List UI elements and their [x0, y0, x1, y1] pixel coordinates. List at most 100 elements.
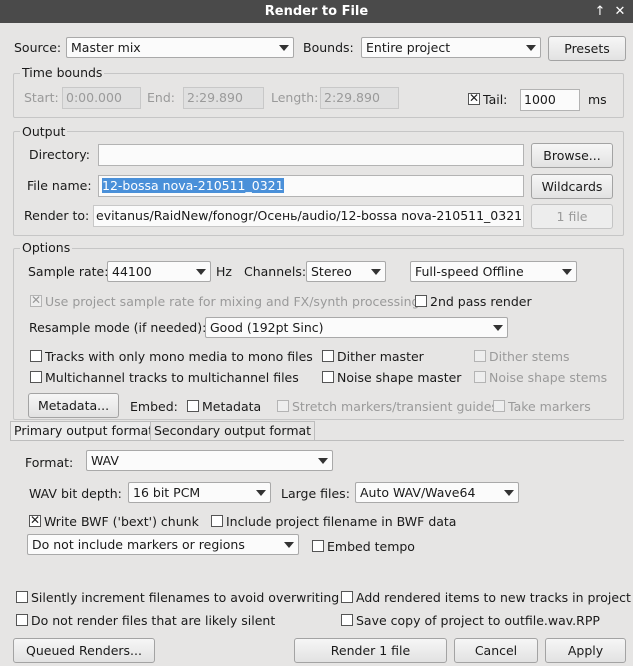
- noise-master-checkbox[interactable]: [322, 371, 334, 383]
- format-dropdown[interactable]: WAV: [86, 450, 333, 471]
- tail-label: Tail:: [483, 92, 508, 107]
- dither-master-checkbox[interactable]: [322, 350, 334, 362]
- no-silent-checkbox[interactable]: [16, 614, 28, 626]
- multichannel-checkbox[interactable]: [30, 371, 42, 383]
- embed-stretch-checkbox[interactable]: [277, 400, 289, 412]
- channels-label: Channels:: [244, 264, 307, 279]
- time-bounds-title: Time bounds: [20, 65, 105, 81]
- source-value: Master mix: [71, 40, 141, 55]
- start-label: Start:: [24, 90, 59, 105]
- wildcards-button[interactable]: Wildcards: [531, 174, 613, 199]
- close-icon[interactable]: ✕: [610, 0, 630, 23]
- check-icon: ✕: [30, 513, 41, 527]
- noise-master-label: Noise shape master: [337, 370, 462, 385]
- second-pass-checkbox[interactable]: [415, 295, 427, 307]
- one-file-button[interactable]: 1 file: [531, 204, 613, 229]
- embed-take-label: Take markers: [508, 399, 591, 414]
- include-filename-label: Include project filename in BWF data: [226, 514, 457, 529]
- chevron-down-icon: [493, 325, 503, 331]
- bit-depth-label: WAV bit depth:: [29, 486, 122, 501]
- browse-button[interactable]: Browse...: [531, 143, 613, 168]
- embed-stretch-label: Stretch markers/transient guides: [292, 399, 498, 414]
- second-pass-label: 2nd pass render: [430, 294, 532, 309]
- render-mode-dropdown[interactable]: Full-speed Offline: [410, 261, 577, 282]
- silent-increment-label: Silently increment filenames to avoid ov…: [31, 590, 340, 605]
- include-filename-checkbox[interactable]: [211, 515, 223, 527]
- add-rendered-label: Add rendered items to new tracks in proj…: [356, 590, 631, 605]
- presets-button[interactable]: Presets: [548, 36, 626, 61]
- tail-field[interactable]: 1000: [520, 89, 580, 111]
- start-field[interactable]: 0:00.000: [62, 87, 141, 109]
- bounds-dropdown[interactable]: Entire project: [361, 37, 541, 58]
- add-rendered-checkbox[interactable]: [341, 591, 353, 603]
- resample-value: Good (192pt Sinc): [210, 320, 324, 335]
- no-silent-label: Do not render files that are likely sile…: [31, 613, 276, 628]
- markers-dropdown[interactable]: Do not include markers or regions: [27, 534, 299, 555]
- source-dropdown[interactable]: Master mix: [66, 37, 294, 58]
- title-bar: Render to File: [0, 0, 633, 23]
- noise-stems-label: Noise shape stems: [489, 370, 608, 385]
- noise-stems-checkbox[interactable]: [474, 371, 486, 383]
- write-bwf-checkbox[interactable]: ✕: [29, 513, 41, 527]
- tail-unit: ms: [588, 92, 607, 107]
- channels-dropdown[interactable]: Stereo: [306, 261, 386, 282]
- bounds-value: Entire project: [366, 40, 451, 55]
- channels-value: Stereo: [311, 264, 352, 279]
- embed-label: Embed:: [130, 399, 178, 414]
- format-value: WAV: [91, 453, 119, 468]
- cancel-button[interactable]: Cancel: [454, 638, 538, 663]
- mono-tracks-label: Tracks with only mono media to mono file…: [45, 349, 313, 364]
- embed-metadata-checkbox[interactable]: [187, 400, 199, 412]
- embed-tempo-label: Embed tempo: [327, 539, 415, 554]
- chevron-down-icon: [504, 490, 514, 496]
- silent-increment-checkbox[interactable]: [16, 591, 28, 603]
- tab-secondary-output[interactable]: Secondary output format: [150, 421, 316, 441]
- length-field[interactable]: 2:29.890: [320, 87, 399, 109]
- directory-field[interactable]: [98, 144, 524, 166]
- write-bwf-label: Write BWF ('bext') chunk: [44, 514, 199, 529]
- format-label: Format:: [25, 455, 74, 470]
- embed-take-checkbox[interactable]: [493, 400, 505, 412]
- end-field[interactable]: 2:29.890: [183, 87, 264, 109]
- embed-metadata-label: Metadata: [202, 399, 262, 414]
- filename-field[interactable]: 12-bossa nova-210511_0321: [98, 175, 524, 197]
- bit-depth-dropdown[interactable]: 16 bit PCM: [128, 482, 271, 503]
- options-title: Options: [20, 240, 73, 256]
- check-icon: ✕: [31, 293, 42, 307]
- chevron-down-icon: [256, 490, 266, 496]
- tab-divider: [10, 440, 624, 441]
- sample-rate-label: Sample rate:: [28, 264, 109, 279]
- mono-tracks-checkbox[interactable]: [30, 350, 42, 362]
- source-label: Source:: [14, 40, 62, 55]
- use-project-rate-checkbox[interactable]: ✕: [30, 293, 42, 307]
- render-to-label: Render to:: [24, 208, 90, 223]
- chevron-down-icon: [196, 269, 206, 275]
- queued-renders-button[interactable]: Queued Renders...: [13, 638, 155, 663]
- apply-button[interactable]: Apply: [545, 638, 626, 663]
- tail-checkbox[interactable]: ✕: [468, 91, 480, 105]
- save-copy-label: Save copy of project to outfile.wav.RPP: [356, 613, 600, 628]
- chevron-down-icon: [371, 269, 381, 275]
- filename-value: 12-bossa nova-210511_0321: [102, 178, 284, 193]
- resample-dropdown[interactable]: Good (192pt Sinc): [205, 317, 508, 338]
- large-files-label: Large files:: [281, 486, 350, 501]
- hz-label: Hz: [216, 264, 232, 279]
- tab-primary-output[interactable]: Primary output format: [10, 421, 158, 441]
- chevron-down-icon: [526, 45, 536, 51]
- dither-stems-checkbox[interactable]: [474, 350, 486, 362]
- chevron-down-icon: [284, 542, 294, 548]
- keep-on-top-icon[interactable]: ↑: [590, 0, 610, 23]
- use-project-rate-label: Use project sample rate for mixing and F…: [45, 294, 420, 309]
- chevron-down-icon: [562, 269, 572, 275]
- sample-rate-value: 44100: [112, 264, 152, 279]
- sample-rate-dropdown[interactable]: 44100: [107, 261, 211, 282]
- render-button[interactable]: Render 1 file: [294, 638, 447, 663]
- embed-tempo-checkbox[interactable]: [312, 540, 324, 552]
- render-to-path: evitanus/RaidNew/fonogr/Осень/audio/12-b…: [93, 205, 524, 227]
- check-icon: ✕: [469, 91, 480, 105]
- save-copy-checkbox[interactable]: [341, 614, 353, 626]
- length-label: Length:: [271, 90, 319, 105]
- large-files-dropdown[interactable]: Auto WAV/Wave64: [355, 482, 519, 503]
- multichannel-label: Multichannel tracks to multichannel file…: [45, 370, 299, 385]
- metadata-button[interactable]: Metadata...: [28, 393, 119, 418]
